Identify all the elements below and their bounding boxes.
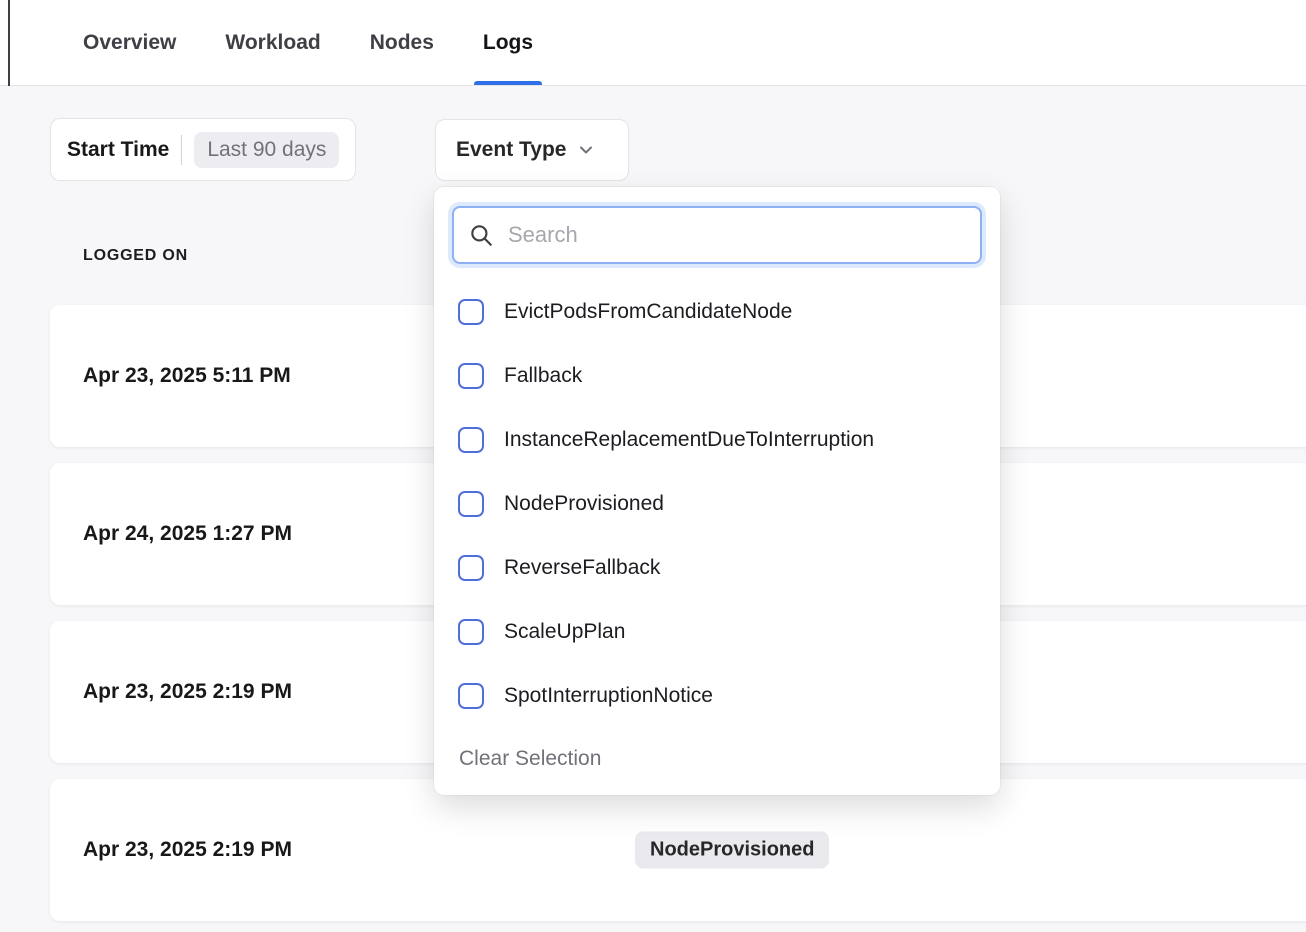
event-type-label: Event Type bbox=[456, 138, 566, 162]
checkbox-icon[interactable] bbox=[458, 555, 484, 581]
tab-logs[interactable]: Logs bbox=[483, 0, 533, 85]
option-label: InstanceReplacementDueToInterruption bbox=[504, 428, 874, 452]
column-header-logged-on: LOGGED ON bbox=[83, 247, 188, 265]
table-row[interactable]: Apr 23, 2025 2:19 PM NodeProvisioned bbox=[50, 779, 1306, 921]
tab-nodes[interactable]: Nodes bbox=[370, 0, 434, 85]
checkbox-icon[interactable] bbox=[458, 491, 484, 517]
search-icon bbox=[468, 222, 494, 248]
tab-bar: Overview Workload Nodes Logs bbox=[0, 0, 1306, 86]
start-time-value-badge: Last 90 days bbox=[194, 132, 339, 168]
search-input[interactable] bbox=[506, 221, 966, 249]
event-type-badge: NodeProvisioned bbox=[635, 832, 829, 869]
logged-on-cell: Apr 23, 2025 2:19 PM bbox=[83, 680, 292, 704]
tab-overview[interactable]: Overview bbox=[83, 0, 176, 85]
checkbox-icon[interactable] bbox=[458, 619, 484, 645]
option-label: Fallback bbox=[504, 364, 582, 388]
event-type-dropdown-panel: EvictPodsFromCandidateNode Fallback Inst… bbox=[434, 187, 1000, 795]
option-nodeprovisioned[interactable]: NodeProvisioned bbox=[452, 472, 982, 536]
logged-on-cell: Apr 23, 2025 5:11 PM bbox=[83, 364, 291, 388]
option-spotinterruptionnotice[interactable]: SpotInterruptionNotice bbox=[452, 664, 982, 728]
option-scaleupplan[interactable]: ScaleUpPlan bbox=[452, 600, 982, 664]
logged-on-cell: Apr 23, 2025 2:19 PM bbox=[83, 838, 292, 862]
option-label: ReverseFallback bbox=[504, 556, 660, 580]
option-fallback[interactable]: Fallback bbox=[452, 344, 982, 408]
checkbox-icon[interactable] bbox=[458, 363, 484, 389]
option-label: ScaleUpPlan bbox=[504, 620, 625, 644]
option-label: SpotInterruptionNotice bbox=[504, 684, 713, 708]
checkbox-icon[interactable] bbox=[458, 427, 484, 453]
event-type-options-list: EvictPodsFromCandidateNode Fallback Inst… bbox=[452, 280, 982, 728]
checkbox-icon[interactable] bbox=[458, 683, 484, 709]
clear-selection-button[interactable]: Clear Selection bbox=[452, 747, 982, 771]
logged-on-cell: Apr 24, 2025 1:27 PM bbox=[83, 522, 292, 546]
event-type-filter-button[interactable]: Event Type bbox=[435, 119, 629, 181]
option-label: NodeProvisioned bbox=[504, 492, 664, 516]
start-time-filter-button[interactable]: Start Time Last 90 days bbox=[50, 118, 356, 181]
option-instancereplacementduetointerruption[interactable]: InstanceReplacementDueToInterruption bbox=[452, 408, 982, 472]
tab-workload[interactable]: Workload bbox=[225, 0, 320, 85]
chevron-down-icon bbox=[578, 142, 594, 158]
dropdown-search-box[interactable] bbox=[452, 206, 982, 264]
option-reversefallback[interactable]: ReverseFallback bbox=[452, 536, 982, 600]
checkbox-icon[interactable] bbox=[458, 299, 484, 325]
start-time-label: Start Time bbox=[67, 138, 169, 162]
option-evictpodsfromcandidatenode[interactable]: EvictPodsFromCandidateNode bbox=[452, 280, 982, 344]
filter-divider bbox=[181, 135, 182, 165]
option-label: EvictPodsFromCandidateNode bbox=[504, 300, 792, 324]
left-edge-divider bbox=[8, 0, 10, 86]
